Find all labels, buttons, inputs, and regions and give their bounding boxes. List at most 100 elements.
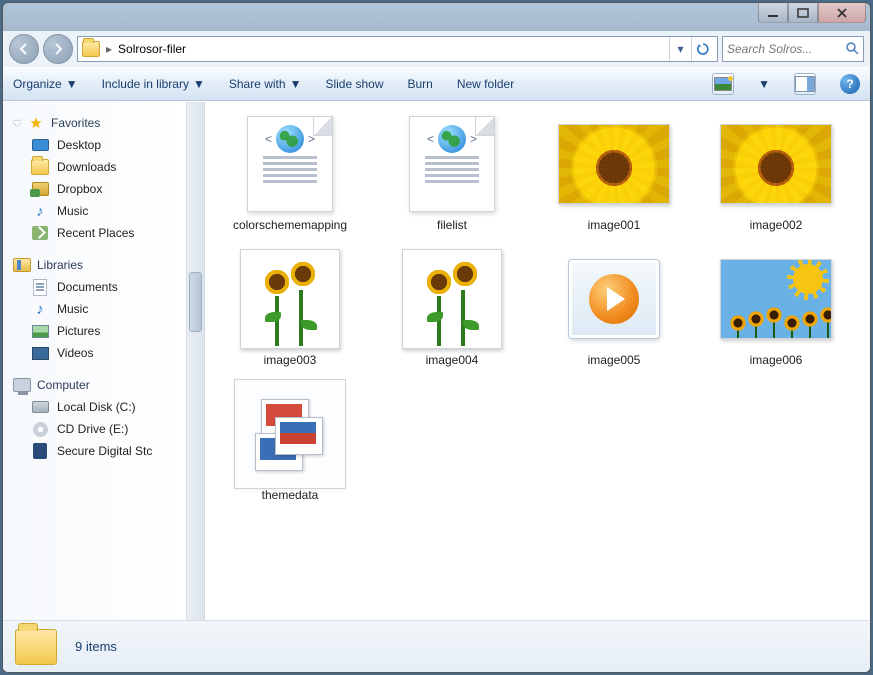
file-item[interactable]: image001 <box>539 116 689 233</box>
sidebar-item-downloads[interactable]: Downloads <box>7 156 184 178</box>
folder-icon <box>31 159 49 175</box>
music-icon: ♪ <box>31 203 49 219</box>
globe-icon <box>276 125 304 153</box>
include-in-library-menu[interactable]: Include in library▼ <box>102 77 205 91</box>
sidebar-item-dropbox[interactable]: Dropbox <box>7 178 184 200</box>
globe-icon <box>438 125 466 153</box>
sidebar-item-pictures[interactable]: Pictures <box>7 320 184 342</box>
folder-icon <box>82 41 100 57</box>
file-item[interactable]: image006 <box>701 251 851 368</box>
address-dropdown-button[interactable]: ▾ <box>669 37 691 61</box>
burn-button[interactable]: Burn <box>407 77 432 91</box>
search-placeholder: Search Solros... <box>727 42 812 56</box>
refresh-button[interactable] <box>691 37 713 61</box>
file-name: image001 <box>588 218 641 233</box>
image-thumbnail <box>720 124 832 204</box>
sidebar-item-videos[interactable]: Videos <box>7 342 184 364</box>
help-button[interactable]: ? <box>840 74 860 94</box>
slideshow-button[interactable]: Slide show <box>325 77 383 91</box>
window-buttons <box>758 3 866 23</box>
star-icon: ★ <box>27 115 45 131</box>
sidebar-item-cd-drive[interactable]: CD Drive (E:) <box>7 418 184 440</box>
disk-icon <box>31 399 49 415</box>
file-item[interactable]: themedata <box>215 386 365 503</box>
file-item[interactable]: <> colorschememapping <box>215 116 365 233</box>
toolbar: Organize▼ Include in library▼ Share with… <box>3 67 870 101</box>
forward-button[interactable] <box>43 34 73 64</box>
computer-header[interactable]: Computer <box>7 374 184 396</box>
dropbox-icon <box>31 181 49 197</box>
web-document-icon: <> <box>247 116 333 212</box>
scrollbar-thumb[interactable] <box>189 272 202 332</box>
close-button[interactable] <box>818 3 866 23</box>
recent-icon <box>31 225 49 241</box>
share-with-menu[interactable]: Share with▼ <box>229 77 302 91</box>
maximize-button[interactable] <box>788 3 818 23</box>
organize-menu[interactable]: Organize▼ <box>13 77 78 91</box>
file-list[interactable]: <> colorschememapping <> filelist image00… <box>205 102 870 620</box>
pictures-icon <box>31 323 49 339</box>
sidebar-item-documents[interactable]: Documents <box>7 276 184 298</box>
view-mode-button[interactable] <box>712 73 734 95</box>
navigation-sidebar[interactable]: ★ Favorites Desktop Downloads Dropbox ♪M… <box>3 102 187 620</box>
breadcrumb-folder[interactable]: Solrosor-filer <box>118 42 186 56</box>
file-name: image005 <box>588 353 641 368</box>
nav-bar: ▸ Solrosor-filer ▾ Search Solros... <box>3 31 870 67</box>
thumbnails-icon <box>714 77 732 91</box>
play-icon <box>589 274 639 324</box>
back-button[interactable] <box>9 34 39 64</box>
file-item[interactable]: image003 <box>215 251 365 368</box>
sidebar-item-music[interactable]: ♪Music <box>7 200 184 222</box>
status-bar: 9 items <box>3 620 870 672</box>
sidebar-scrollbar[interactable] <box>187 102 205 620</box>
file-item[interactable]: image005 <box>539 251 689 368</box>
computer-icon <box>13 377 31 393</box>
body-area: ★ Favorites Desktop Downloads Dropbox ♪M… <box>3 101 870 620</box>
libraries-section: Libraries Documents ♪Music Pictures Vide… <box>7 254 184 364</box>
minimize-button[interactable] <box>758 3 788 23</box>
file-item[interactable]: image002 <box>701 116 851 233</box>
documents-icon <box>31 279 49 295</box>
favorites-section: ★ Favorites Desktop Downloads Dropbox ♪M… <box>7 112 184 244</box>
expand-icon <box>13 121 21 126</box>
preview-pane-icon <box>795 76 815 92</box>
media-file-icon <box>568 259 660 339</box>
image-thumbnail <box>720 259 832 339</box>
sidebar-item-sd-card[interactable]: Secure Digital Stc <box>7 440 184 462</box>
file-item[interactable]: image004 <box>377 251 527 368</box>
preview-pane-button[interactable] <box>794 73 816 95</box>
search-input[interactable]: Search Solros... <box>722 36 864 62</box>
sidebar-item-recent[interactable]: Recent Places <box>7 222 184 244</box>
cd-icon <box>31 421 49 437</box>
titlebar[interactable] <box>3 3 870 31</box>
sun-icon <box>795 266 821 292</box>
libraries-header[interactable]: Libraries <box>7 254 184 276</box>
libraries-icon <box>13 257 31 273</box>
file-name: colorschememapping <box>233 218 347 233</box>
sidebar-item-desktop[interactable]: Desktop <box>7 134 184 156</box>
theme-file-icon <box>234 379 346 489</box>
sd-icon <box>31 443 49 459</box>
item-count: 9 items <box>75 639 117 654</box>
image-thumbnail <box>558 124 670 204</box>
folder-icon <box>15 629 57 665</box>
videos-icon <box>31 345 49 361</box>
address-bar[interactable]: ▸ Solrosor-filer ▾ <box>77 36 718 62</box>
computer-section: Computer Local Disk (C:) CD Drive (E:) S… <box>7 374 184 462</box>
file-name: image002 <box>750 218 803 233</box>
favorites-header[interactable]: ★ Favorites <box>7 112 184 134</box>
view-dropdown-icon[interactable]: ▼ <box>758 77 770 91</box>
file-name: themedata <box>262 488 319 503</box>
file-name: image003 <box>264 353 317 368</box>
desktop-icon <box>31 137 49 153</box>
sidebar-item-local-disk[interactable]: Local Disk (C:) <box>7 396 184 418</box>
file-name: filelist <box>437 218 467 233</box>
explorer-window: ▸ Solrosor-filer ▾ Search Solros... Orga… <box>2 2 871 673</box>
image-thumbnail <box>402 249 502 349</box>
breadcrumb-sep-icon: ▸ <box>106 42 112 56</box>
file-name: image004 <box>426 353 479 368</box>
sidebar-item-music-lib[interactable]: ♪Music <box>7 298 184 320</box>
file-name: image006 <box>750 353 803 368</box>
file-item[interactable]: <> filelist <box>377 116 527 233</box>
new-folder-button[interactable]: New folder <box>457 77 514 91</box>
